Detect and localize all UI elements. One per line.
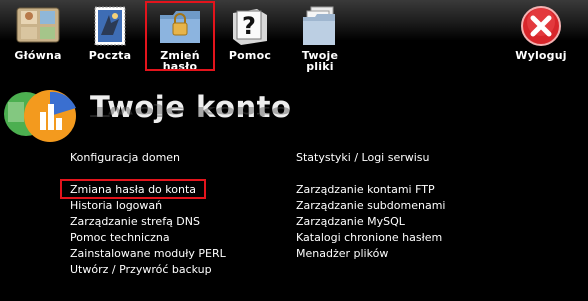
link-change-password[interactable]: Zmiana hasła do konta <box>70 183 196 196</box>
link-ftp-accounts[interactable]: Zarządzanie kontami FTP <box>296 183 435 196</box>
toolbar-mail-label: Poczta <box>88 49 132 62</box>
help-question-icon: ? <box>233 9 267 45</box>
folder-password-icon <box>160 11 200 43</box>
files-folder-icon <box>303 6 335 45</box>
logout-close-icon <box>521 6 561 46</box>
svg-text:?: ? <box>242 12 256 40</box>
toolbar-files-label: Twoje pliki <box>301 49 339 73</box>
top-toolbar: Główna Poczta Zmień hasło ? Pomoc Twoje … <box>0 0 588 74</box>
toolbar-help-label: Pomoc <box>228 49 272 62</box>
link-perl-modules[interactable]: Zainstalowane moduły PERL <box>70 247 226 260</box>
toolbar-home-label: Główna <box>14 49 62 62</box>
toolbar-change-password-button[interactable]: Zmień hasło <box>150 0 210 74</box>
page-header: Twoje konto Twoje konto <box>0 74 588 148</box>
link-mysql[interactable]: Zarządzanie MySQL <box>296 215 405 228</box>
link-file-manager[interactable]: Menadżer plików <box>296 247 388 260</box>
link-protected-dirs[interactable]: Katalogi chronione hasłem <box>296 231 442 244</box>
toolbar-help-button[interactable]: ? Pomoc <box>222 0 278 74</box>
link-dns-zone[interactable]: Zarządzanie strefą DNS <box>70 215 200 228</box>
page-title-reflection: Twoje konto <box>90 103 292 119</box>
toolbar-home-button[interactable]: Główna <box>10 0 66 74</box>
mail-stamp-icon <box>94 6 126 46</box>
link-tech-support[interactable]: Pomoc techniczna <box>70 231 170 244</box>
toolbar-logout-label: Wyloguj <box>515 49 567 62</box>
toolbar-logout-button[interactable]: Wyloguj <box>508 0 574 74</box>
toolbar-change-password-label: Zmień hasło <box>160 49 200 73</box>
link-subdomains[interactable]: Zarządzanie subdomenami <box>296 199 445 212</box>
toolbar-files-button[interactable]: Twoje pliki <box>292 0 348 74</box>
toolbar-mail-button[interactable]: Poczta <box>82 0 138 74</box>
link-domain-config[interactable]: Konfiguracja domen <box>70 151 180 164</box>
home-photos-icon <box>16 7 60 43</box>
link-login-history[interactable]: Historia logowań <box>70 199 162 212</box>
link-backup[interactable]: Utwórz / Przywróć backup <box>70 263 212 276</box>
link-stats-logs[interactable]: Statystyki / Logi serwisu <box>296 151 430 164</box>
account-chart-icon <box>4 90 76 142</box>
